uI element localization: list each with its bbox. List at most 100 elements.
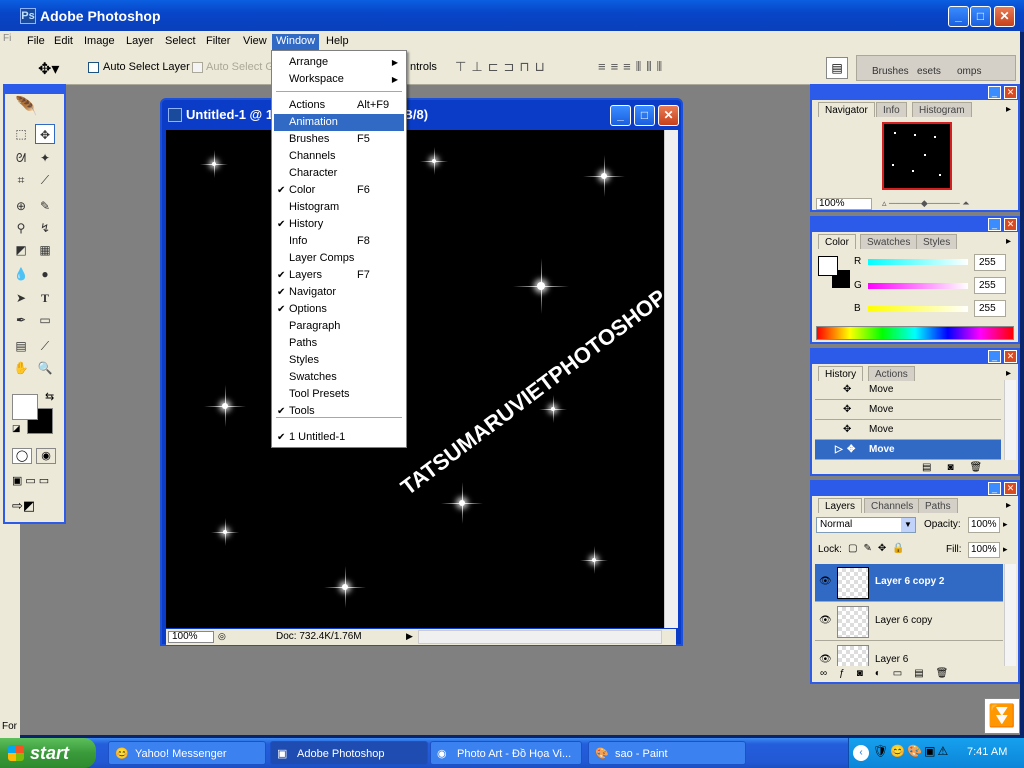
well-tab-tool-presets[interactable]: esets xyxy=(917,66,941,77)
menu-help[interactable]: Help xyxy=(322,34,353,50)
eye-visibility-icon[interactable]: 👁 xyxy=(819,654,832,665)
tab-swatches[interactable]: Swatches xyxy=(860,234,918,249)
taskbar-item-photoshop[interactable]: ▣ Adobe Photoshop xyxy=(270,741,428,765)
history-close-icon[interactable]: ✕ xyxy=(1004,350,1017,363)
zoom-field[interactable]: 100% xyxy=(168,631,214,643)
history-menu-arrow-icon[interactable]: ▸ xyxy=(1006,368,1011,379)
default-colors-icon[interactable]: ◪ xyxy=(12,423,21,434)
menu-image[interactable]: Image xyxy=(80,34,119,50)
tab-history[interactable]: History xyxy=(818,366,864,381)
move-tool-preset-icon[interactable]: ✥▾ xyxy=(38,59,59,79)
window-menu-item-1-untitled-1[interactable]: ✔ 1 Untitled-1 xyxy=(274,429,404,446)
tab-info[interactable]: Info xyxy=(876,102,907,117)
history-footer-icons[interactable]: ▤◙🗑 xyxy=(922,462,998,473)
history-item-current[interactable]: ▷ ✥ Move xyxy=(815,440,1001,460)
navigator-zoom-slider[interactable]: ▵ ─────◆───── ⏶ xyxy=(882,198,1006,208)
tab-color[interactable]: Color xyxy=(818,234,856,249)
window-menu-item-actions[interactable]: Actions Alt+F9 xyxy=(274,97,404,114)
blend-mode-select[interactable]: Normal ▼ xyxy=(816,517,916,533)
history-brush-tool-icon[interactable]: ↯ xyxy=(35,218,55,238)
navigator-menu-arrow-icon[interactable]: ▸ xyxy=(1006,104,1011,115)
quick-mask-mode-button[interactable]: ◉ xyxy=(36,448,56,464)
palette-well-toggle-icon[interactable]: ▤ xyxy=(826,57,848,79)
tab-channels[interactable]: Channels xyxy=(864,498,921,513)
lasso-tool-icon[interactable]: ᘛ xyxy=(11,148,31,168)
vertical-scrollbar[interactable] xyxy=(664,130,678,628)
window-menu-item-workspace[interactable]: Workspace ▶ xyxy=(274,71,404,88)
auto-select-groups-checkbox[interactable] xyxy=(192,62,203,73)
window-menu-item-swatches[interactable]: Swatches xyxy=(274,369,404,386)
menu-edit[interactable]: Edit xyxy=(50,34,77,50)
fill-arrow-icon[interactable]: ▸ xyxy=(1003,544,1008,555)
navigator-close-icon[interactable]: ✕ xyxy=(1004,86,1017,99)
jump-to-imageready-icon[interactable]: ⇨◩ xyxy=(12,498,35,514)
window-menu-item-options[interactable]: ✔ Options xyxy=(274,301,404,318)
color-spectrum-bar[interactable] xyxy=(816,326,1014,340)
window-menu-item-brushes[interactable]: Brushes F5 xyxy=(274,131,404,148)
minimize-button[interactable]: _ xyxy=(948,6,969,27)
eyedropper-tool-icon[interactable]: ⟋ xyxy=(35,336,55,356)
tab-styles[interactable]: Styles xyxy=(916,234,958,249)
b-slider[interactable] xyxy=(868,306,968,312)
lock-icons[interactable]: ▢✎✥🔒 xyxy=(848,543,911,554)
window-menu-item-channels[interactable]: Channels xyxy=(274,148,404,165)
document-maximize-button[interactable]: □ xyxy=(634,105,655,126)
tab-actions[interactable]: Actions xyxy=(868,366,915,381)
window-menu-item-character[interactable]: Character xyxy=(274,165,404,182)
close-button[interactable]: ✕ xyxy=(994,6,1015,27)
window-menu-item-paths[interactable]: Paths xyxy=(274,335,404,352)
magic-wand-tool-icon[interactable]: ✦ xyxy=(35,148,55,168)
swap-colors-icon[interactable]: ⇆ xyxy=(45,390,54,403)
menu-filter[interactable]: Filter xyxy=(202,34,234,50)
pen-tool-icon[interactable]: ✒ xyxy=(11,310,31,330)
menu-layer[interactable]: Layer xyxy=(122,34,158,50)
horizontal-scrollbar[interactable] xyxy=(418,630,662,644)
g-value[interactable]: 255 xyxy=(974,277,1006,294)
window-menu-item-layers[interactable]: ✔ Layers F7 xyxy=(274,267,404,284)
menu-window[interactable]: Window xyxy=(272,34,320,50)
window-menu-item-arrange[interactable]: Arrange ▶ xyxy=(274,54,404,71)
color-minimize-icon[interactable]: _ xyxy=(988,218,1001,231)
opacity-field[interactable]: 100% xyxy=(968,517,1000,533)
distribute-buttons[interactable]: ≡≡≡⫴⫴⫴ xyxy=(598,59,667,75)
start-button[interactable]: start xyxy=(0,738,96,768)
window-menu-item-tool-presets[interactable]: Tool Presets xyxy=(274,386,404,403)
auto-select-layer-checkbox[interactable] xyxy=(88,62,99,73)
foreground-color-swatch[interactable] xyxy=(12,394,38,420)
maximize-button[interactable]: □ xyxy=(970,6,991,27)
clone-stamp-tool-icon[interactable]: ⚲ xyxy=(11,218,31,238)
menu-file[interactable]: File xyxy=(23,34,49,50)
marquee-tool-icon[interactable]: ⬚ xyxy=(11,124,31,144)
window-menu-item-histogram[interactable]: Histogram xyxy=(274,199,404,216)
r-slider[interactable] xyxy=(868,259,968,265)
screen-mode-buttons[interactable]: ▣▭▭ xyxy=(12,474,52,487)
healing-brush-tool-icon[interactable]: ⊕ xyxy=(11,196,31,216)
standard-mode-button[interactable]: ◯ xyxy=(12,448,32,464)
history-minimize-icon[interactable]: _ xyxy=(988,350,1001,363)
history-item[interactable]: ✥ Move xyxy=(815,400,1001,420)
menu-select[interactable]: Select xyxy=(161,34,200,50)
shape-tool-icon[interactable]: ▭ xyxy=(35,310,55,330)
document-minimize-button[interactable]: _ xyxy=(610,105,631,126)
gradient-tool-icon[interactable]: ▦ xyxy=(35,240,55,260)
taskbar-item-firefox[interactable]: ◉ Photo Art - Đồ Họa Vi... xyxy=(430,741,582,765)
r-value[interactable]: 255 xyxy=(974,254,1006,271)
color-menu-arrow-icon[interactable]: ▸ xyxy=(1006,236,1011,247)
fill-field[interactable]: 100% xyxy=(968,542,1000,558)
imageready-corner-icon[interactable]: ⏬ xyxy=(984,698,1020,734)
layer-row[interactable]: 👁 Layer 6 xyxy=(815,642,1003,666)
blur-tool-icon[interactable]: 💧 xyxy=(11,264,31,284)
tab-histogram[interactable]: Histogram xyxy=(912,102,972,117)
menu-view[interactable]: View xyxy=(239,34,271,50)
history-state-slider-icon[interactable]: ▷ xyxy=(835,440,843,460)
window-menu-item-styles[interactable]: Styles xyxy=(274,352,404,369)
window-menu-item-navigator[interactable]: ✔ Navigator xyxy=(274,284,404,301)
path-selection-tool-icon[interactable]: ➤ xyxy=(11,288,31,308)
window-menu-item-paragraph[interactable]: Paragraph xyxy=(274,318,404,335)
layer-row-selected[interactable]: 👁 Layer 6 copy 2 xyxy=(815,564,1003,602)
navigator-zoom-field[interactable]: 100% xyxy=(816,198,872,210)
dodge-tool-icon[interactable]: ● xyxy=(35,264,55,284)
history-scrollbar[interactable] xyxy=(1004,380,1016,460)
taskbar-item-yahoo[interactable]: 😊 Yahoo! Messenger xyxy=(108,741,266,765)
layers-minimize-icon[interactable]: _ xyxy=(988,482,1001,495)
